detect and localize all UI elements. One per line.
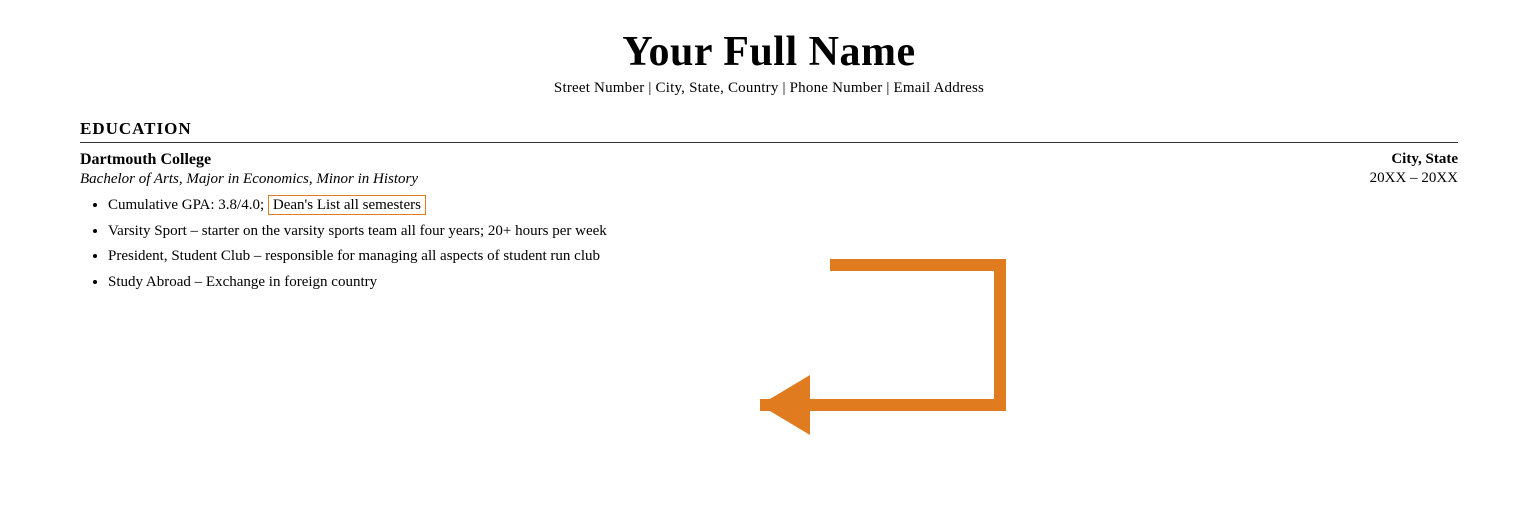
gpa-prefix: Cumulative GPA: 3.8/4.0; [108,197,268,213]
education-left: Dartmouth College Bachelor of Arts, Majo… [80,151,1298,296]
resume-header: Your Full Name Street Number | City, Sta… [80,28,1458,97]
resume-page: Your Full Name Street Number | City, Sta… [0,0,1538,520]
education-right: City, State 20XX – 20XX [1298,151,1458,187]
education-section-header: EDUCATION [80,119,1458,143]
bullet-list: Cumulative GPA: 3.8/4.0; Dean's List all… [80,194,1298,293]
education-row: Dartmouth College Bachelor of Arts, Majo… [80,151,1458,296]
bullet-gpa: Cumulative GPA: 3.8/4.0; Dean's List all… [108,194,1298,217]
contact-line: Street Number | City, State, Country | P… [80,80,1458,97]
bullet-study-abroad: Study Abroad – Exchange in foreign count… [108,271,1298,294]
degree-line: Bachelor of Arts, Major in Economics, Mi… [80,171,1298,188]
deans-list-highlight: Dean's List all semesters [268,195,426,215]
full-name-heading: Your Full Name [80,28,1458,76]
study-abroad-text: Study Abroad – Exchange in foreign count… [108,274,377,290]
institution-name: Dartmouth College [80,151,1298,169]
bullet-president: President, Student Club – responsible fo… [108,245,1298,268]
date-text: 20XX – 20XX [1298,170,1458,187]
president-text: President, Student Club – responsible fo… [108,248,600,264]
bullet-varsity: Varsity Sport – starter on the varsity s… [108,220,1298,243]
education-title: EDUCATION [80,119,1458,139]
varsity-text: Varsity Sport – starter on the varsity s… [108,223,607,239]
arrow-head [760,375,810,435]
location-text: City, State [1298,151,1458,168]
section-divider [80,142,1458,143]
